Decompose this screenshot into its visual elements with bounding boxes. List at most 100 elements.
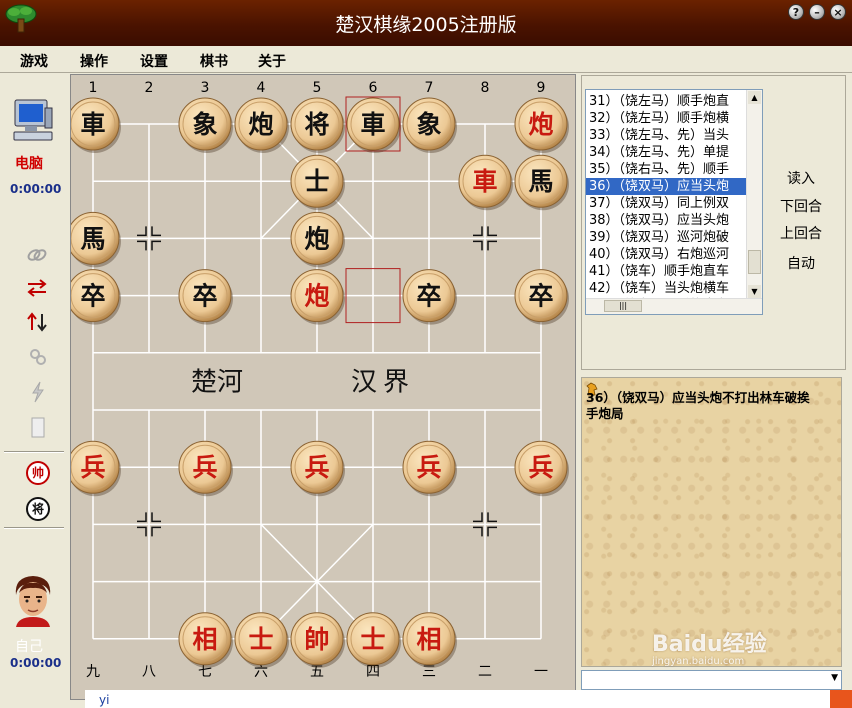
watermark-subtext: jingyan.baidu.com — [652, 656, 745, 667]
piece-label[interactable]: 士 — [360, 625, 385, 654]
move-list-item[interactable]: 39）（饶双马）巡河炮破 — [586, 229, 748, 246]
self-label: 自己 — [15, 639, 43, 655]
piece-label[interactable]: 炮 — [248, 110, 273, 139]
column-number-top: 7 — [425, 80, 434, 96]
menu-settings[interactable]: 设置 — [140, 51, 168, 71]
scroll-down-button[interactable]: ▼ — [748, 285, 761, 298]
piece-label[interactable]: 卒 — [528, 282, 553, 311]
column-number-top: 6 — [369, 80, 378, 96]
position-mark — [487, 512, 497, 523]
divider — [4, 527, 64, 529]
move-list-item[interactable]: 35）（饶右马、先）顺手 — [586, 161, 748, 178]
position-mark — [137, 526, 147, 537]
piece-label[interactable]: 象 — [192, 110, 217, 139]
help-button[interactable]: ? — [788, 4, 804, 20]
watermark-text: Baidu经验 — [652, 632, 767, 657]
board-grid[interactable]: 楚河 汉界1 2 3 4 5 6 7 8 9九八七六五四三二一車象炮将車象炮士車馬馬 炮卒卒炮卒卒兵… — [71, 75, 577, 701]
position-mark — [487, 240, 497, 251]
minimize-button[interactable]: – — [809, 4, 825, 20]
computer-timer: 0:00:00 — [10, 182, 62, 196]
move-list-item[interactable]: 34）（饶左马、先）单提 — [586, 144, 748, 161]
piece-label[interactable]: 将 — [304, 110, 329, 139]
column-number-bottom: 九 — [86, 664, 100, 680]
position-mark — [137, 240, 147, 251]
piece-label[interactable]: 車 — [472, 167, 497, 196]
column-number-bottom: 一 — [534, 664, 548, 680]
piece-label[interactable]: 兵 — [192, 453, 217, 482]
left-panel: 电脑 0:00:00 帅 将 自己 0:00:00 — [0, 73, 68, 708]
move-list-item[interactable]: 36）（饶双马）应当头炮 — [586, 178, 748, 195]
move-list-item[interactable]: 38）（饶双马）应当头炮 — [586, 212, 748, 229]
piece-label[interactable]: 馬 — [528, 167, 553, 196]
position-mark — [137, 512, 147, 523]
column-number-top: 3 — [201, 80, 210, 96]
menu-bar: 游戏 操作 设置 棋书 关于 — [0, 46, 852, 73]
piece-label[interactable]: 帥 — [304, 625, 329, 654]
piece-label[interactable]: 卒 — [80, 282, 105, 311]
prev-move-button[interactable]: 上回合 — [770, 223, 832, 243]
piece-label[interactable]: 士 — [304, 167, 329, 196]
piece-label[interactable]: 卒 — [416, 282, 441, 311]
position-mark — [473, 526, 483, 537]
move-list-item[interactable]: 32）（饶左马）顺手炮横 — [586, 110, 748, 127]
move-list-item[interactable]: 37）（饶双马）同上例双 — [586, 195, 748, 212]
menu-books[interactable]: 棋书 — [200, 51, 228, 71]
piece-label[interactable]: 卒 — [192, 282, 217, 311]
move-list-rows[interactable]: 31）（饶左马）顺手炮直 32）（饶左马）顺手炮横 33）（饶左马、先）当头 34）（… — [586, 93, 748, 314]
piece-label[interactable]: 兵 — [528, 453, 553, 482]
piece-label[interactable]: 相 — [192, 625, 217, 654]
close-button[interactable]: × — [830, 4, 846, 20]
column-number-bottom: 八 — [142, 664, 156, 680]
piece-label[interactable]: 炮 — [304, 282, 329, 311]
move-list-item[interactable]: 42）（饶车）当头炮横车 — [586, 280, 748, 297]
load-button[interactable]: 读入 — [770, 168, 832, 188]
move-list-item[interactable]: 31）（饶左马）顺手炮直 — [586, 93, 748, 110]
computer-label: 电脑 — [15, 156, 43, 172]
position-mark — [151, 226, 161, 237]
piece-label[interactable]: 士 — [248, 625, 273, 654]
vertical-scrollbar[interactable]: ▲ ▼ — [746, 90, 762, 299]
piece-label[interactable]: 象 — [416, 110, 441, 139]
move-list-item[interactable]: 33）（饶左马、先）当头 — [586, 127, 748, 144]
dropdown-arrow-icon[interactable]: ▼ — [831, 673, 838, 683]
chess-board[interactable]: 楚河 汉界 1 2 3 4 5 6 7 8 9 九八七六五四三二一車象炮将車象炮士車馬馬炮卒卒炮卒卒兵… — [70, 74, 576, 700]
column-number-top: 1 — [89, 80, 98, 96]
piece-label[interactable]: 兵 — [80, 453, 105, 482]
self-timer: 0:00:00 — [10, 656, 62, 670]
swap-icon[interactable] — [26, 279, 48, 297]
scroll-thumb[interactable] — [748, 250, 761, 274]
piece-label[interactable]: 車 — [360, 110, 385, 139]
move-list-item[interactable]: 41）（饶车）顺手炮直车 — [586, 263, 748, 280]
piece-label[interactable]: 炮 — [304, 224, 329, 253]
position-mark — [137, 226, 147, 237]
status-field[interactable]: ▼ — [581, 670, 842, 690]
horizontal-scrollbar[interactable]: ||| — [586, 298, 762, 314]
position-mark — [151, 512, 161, 523]
auto-play-button[interactable]: 自动 — [770, 253, 832, 273]
piece-label[interactable]: 兵 — [416, 453, 441, 482]
piece-label[interactable]: 兵 — [304, 453, 329, 482]
ime-logo-icon — [830, 690, 852, 708]
link-icon[interactable] — [26, 245, 48, 265]
move-list-item[interactable]: 40）（饶双马）右炮巡河 — [586, 246, 748, 263]
menu-operate[interactable]: 操作 — [80, 51, 108, 71]
scroll-thumb-horizontal[interactable]: ||| — [604, 300, 642, 312]
position-mark — [487, 526, 497, 537]
column-number-top: 9 — [537, 80, 546, 96]
column-number-top: 5 — [313, 80, 322, 96]
position-mark — [473, 512, 483, 523]
piece-label[interactable]: 馬 — [80, 224, 105, 253]
piece-label[interactable]: 相 — [416, 625, 441, 654]
piece-label[interactable]: 炮 — [528, 110, 553, 139]
title-bar: 楚汉棋缘2005注册版 ? – × — [0, 0, 852, 46]
menu-game[interactable]: 游戏 — [20, 51, 48, 71]
menu-about[interactable]: 关于 — [258, 51, 286, 71]
black-side-button[interactable]: 将 — [26, 497, 50, 521]
red-side-button[interactable]: 帅 — [26, 461, 50, 485]
move-list[interactable]: 31）（饶左马）顺手炮直 32）（饶左马）顺手炮横 33）（饶左马、先）当头 34）（… — [585, 89, 763, 315]
piece-label[interactable]: 車 — [80, 110, 105, 139]
ime-input-text[interactable]: yi — [99, 693, 109, 707]
flip-board-icon[interactable] — [26, 312, 48, 332]
scroll-up-button[interactable]: ▲ — [748, 91, 761, 104]
next-move-button[interactable]: 下回合 — [770, 196, 832, 216]
